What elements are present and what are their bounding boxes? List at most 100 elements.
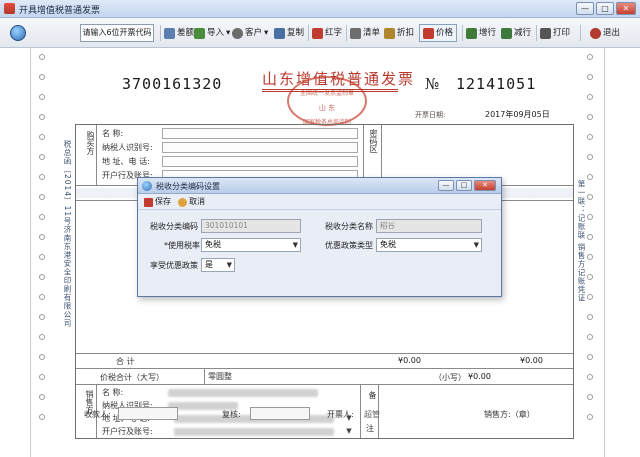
price-button[interactable]: 价格 bbox=[419, 24, 458, 42]
balance-label: 差额 bbox=[177, 28, 195, 38]
total-label: 合 计 bbox=[116, 357, 135, 366]
remove-row-label: 减行 bbox=[514, 28, 532, 38]
customer-dropdown-icon: ▾ bbox=[264, 28, 269, 38]
tax-name-field[interactable]: 稻谷 bbox=[376, 219, 482, 233]
discount-icon bbox=[384, 27, 395, 39]
copy-button[interactable]: 复制 bbox=[274, 24, 304, 42]
window-title: 开具增值税普通发票 bbox=[19, 6, 101, 16]
reviewer-label: 复核: bbox=[222, 410, 241, 419]
print-button[interactable]: 打印 bbox=[540, 24, 570, 42]
seller-bank-dropdown-icon[interactable]: ▼ bbox=[344, 426, 354, 437]
tax-rate-label: *使用税率 bbox=[164, 241, 200, 250]
date-label: 开票日期: bbox=[415, 111, 446, 119]
toolbar-separator bbox=[160, 25, 161, 41]
dialog-maximize-button[interactable]: □ bbox=[456, 180, 472, 191]
exit-button[interactable]: 退出 bbox=[590, 24, 620, 42]
add-row-icon bbox=[466, 27, 477, 39]
password-area-label: 密码区 bbox=[369, 129, 378, 153]
cancel-button[interactable]: 取消 bbox=[178, 196, 205, 208]
add-row-button[interactable]: 增行 bbox=[466, 24, 496, 42]
remove-row-button[interactable]: 减行 bbox=[501, 24, 531, 42]
dialog-titlebar: 税收分类编码设置 — □ ✕ bbox=[138, 178, 501, 194]
dialog-close-button[interactable]: ✕ bbox=[474, 180, 496, 191]
app-icon bbox=[4, 3, 15, 14]
maximize-button[interactable]: □ bbox=[596, 2, 614, 15]
buyer-name-field[interactable] bbox=[162, 128, 358, 139]
dialog-app-icon bbox=[142, 181, 152, 191]
save-button[interactable]: 保存 bbox=[144, 196, 171, 208]
seller-name-label: 名 称: bbox=[102, 388, 124, 397]
tax-code-field[interactable]: 301010101 bbox=[201, 219, 301, 233]
price-tax-total-words: 零圆整 bbox=[208, 372, 232, 381]
save-icon bbox=[144, 197, 153, 207]
customer-icon bbox=[232, 27, 243, 39]
cancel-label: 取消 bbox=[189, 197, 205, 206]
print-icon bbox=[540, 27, 551, 39]
price-tax-total-label: 价税合计（大写） bbox=[100, 373, 164, 382]
import-button[interactable]: 导入 ▾ bbox=[194, 24, 230, 42]
import-label: 导入 bbox=[207, 28, 225, 38]
drawer-label: 开票人: bbox=[327, 410, 354, 419]
chevron-down-icon: ▼ bbox=[226, 261, 232, 269]
toolbar-separator bbox=[536, 25, 537, 41]
invoice-date: 2017年09月05日 bbox=[485, 110, 550, 119]
discount-button[interactable]: 折扣 bbox=[384, 24, 414, 42]
dialog-minimize-button[interactable]: — bbox=[438, 180, 454, 191]
remarks-label: 备 bbox=[368, 391, 377, 399]
price-icon bbox=[423, 27, 434, 39]
exit-label: 退出 bbox=[603, 28, 621, 38]
remarks-label-bottom: 注 bbox=[366, 424, 374, 433]
dialog-title: 税收分类编码设置 bbox=[156, 182, 220, 191]
enjoy-policy-label: 享受优惠政策 bbox=[150, 261, 198, 270]
invoice-code: 3700161320 bbox=[122, 75, 223, 93]
payee-field[interactable] bbox=[118, 407, 178, 420]
buyer-name-label: 名 称: bbox=[102, 129, 124, 138]
enjoy-policy-select[interactable]: 是 ▼ bbox=[201, 258, 235, 272]
policy-type-select[interactable]: 免税 ▼ bbox=[376, 238, 482, 252]
dialog-toolbar: 保存 取消 bbox=[138, 194, 501, 210]
minimize-button[interactable]: — bbox=[576, 2, 594, 15]
discount-label: 折扣 bbox=[397, 28, 415, 38]
customer-button[interactable]: 客户 ▾ bbox=[232, 24, 268, 42]
payee-label: 收款人: bbox=[84, 410, 111, 419]
close-button[interactable]: ✕ bbox=[616, 2, 636, 15]
toolbar-separator bbox=[580, 25, 581, 41]
buyer-address-field[interactable] bbox=[162, 156, 358, 167]
exit-icon bbox=[590, 27, 601, 39]
tax-classification-dialog: 税收分类编码设置 — □ ✕ 保存 取消 税收分类编码 301010101 税收… bbox=[137, 177, 502, 297]
tax-code-label: 税收分类编码 bbox=[150, 222, 198, 231]
balance-button[interactable]: 差额 bbox=[164, 24, 194, 42]
invoice-title-underline bbox=[262, 89, 398, 92]
drawer-name: 超管 bbox=[364, 410, 380, 419]
enjoy-policy-value: 是 bbox=[205, 260, 213, 269]
red-invoice-icon bbox=[312, 27, 323, 39]
left-margin-print-info: 税总函〔2014〕11号济南东港安全印刷有限公司 bbox=[63, 140, 72, 328]
list-label: 清单 bbox=[363, 28, 381, 38]
buyer-taxid-field[interactable] bbox=[162, 142, 358, 153]
tax-rate-select[interactable]: 免税 ▼ bbox=[201, 238, 301, 252]
total-amount: ¥0.00 bbox=[398, 356, 421, 365]
add-row-label: 增行 bbox=[479, 28, 497, 38]
chevron-down-icon: ▼ bbox=[473, 241, 479, 249]
print-label: 打印 bbox=[553, 28, 571, 38]
policy-type-value: 免税 bbox=[380, 240, 396, 249]
import-icon bbox=[194, 27, 205, 39]
list-icon bbox=[350, 27, 361, 39]
window-titlebar: 开具增值税普通发票 — □ ✕ bbox=[0, 0, 640, 18]
invoice-code-button[interactable]: 请输入6位开票代码 bbox=[80, 24, 154, 42]
buyer-side-label: 购买方 bbox=[86, 131, 95, 155]
reviewer-field[interactable] bbox=[250, 407, 310, 420]
seller-bank-label: 开户行及账号: bbox=[102, 427, 153, 436]
chevron-down-icon: ▼ bbox=[292, 241, 298, 249]
main-toolbar: 请输入6位开票代码 差额 导入 ▾ 客户 ▾ 复制 红字 清单 折扣 价格 增行 bbox=[0, 18, 640, 48]
right-perforation-line bbox=[604, 48, 605, 457]
app-globe-icon bbox=[10, 25, 26, 41]
left-tractor-holes bbox=[39, 54, 47, 434]
import-dropdown-icon: ▾ bbox=[226, 28, 231, 38]
policy-type-label: 优惠政策类型 bbox=[325, 241, 373, 250]
red-invoice-button[interactable]: 红字 bbox=[312, 24, 342, 42]
list-button[interactable]: 清单 bbox=[350, 24, 380, 42]
invoice-number: 12141051 bbox=[456, 75, 537, 93]
customer-label: 客户 bbox=[245, 28, 263, 38]
copy-icon bbox=[274, 27, 285, 39]
